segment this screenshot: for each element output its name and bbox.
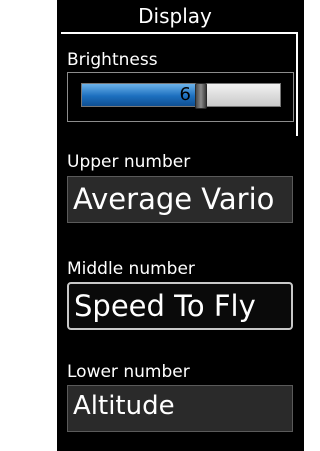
lower-number-label: Lower number — [67, 362, 190, 382]
scrollbar[interactable] — [296, 32, 298, 136]
brightness-control[interactable]: 6 — [67, 72, 294, 122]
brightness-slider[interactable]: 6 — [81, 83, 281, 109]
brightness-slider-handle[interactable] — [195, 83, 207, 109]
upper-number-value: Average Vario — [73, 182, 275, 216]
lower-number-value: Altitude — [73, 391, 175, 421]
brightness-label: Brightness — [67, 50, 158, 70]
brightness-value: 6 — [179, 84, 191, 105]
title-divider — [61, 32, 297, 34]
screen-header: Display — [57, 0, 304, 34]
screen-title: Display — [138, 4, 212, 28]
middle-number-label: Middle number — [67, 259, 195, 279]
lower-number-field[interactable]: Altitude — [67, 385, 293, 432]
upper-number-field[interactable]: Average Vario — [67, 176, 293, 223]
middle-number-value: Speed To Fly — [74, 289, 256, 323]
display-settings-screen: Display Brightness 6 Upper number Averag… — [57, 0, 304, 451]
middle-number-field[interactable]: Speed To Fly — [67, 282, 293, 330]
upper-number-label: Upper number — [67, 152, 191, 172]
